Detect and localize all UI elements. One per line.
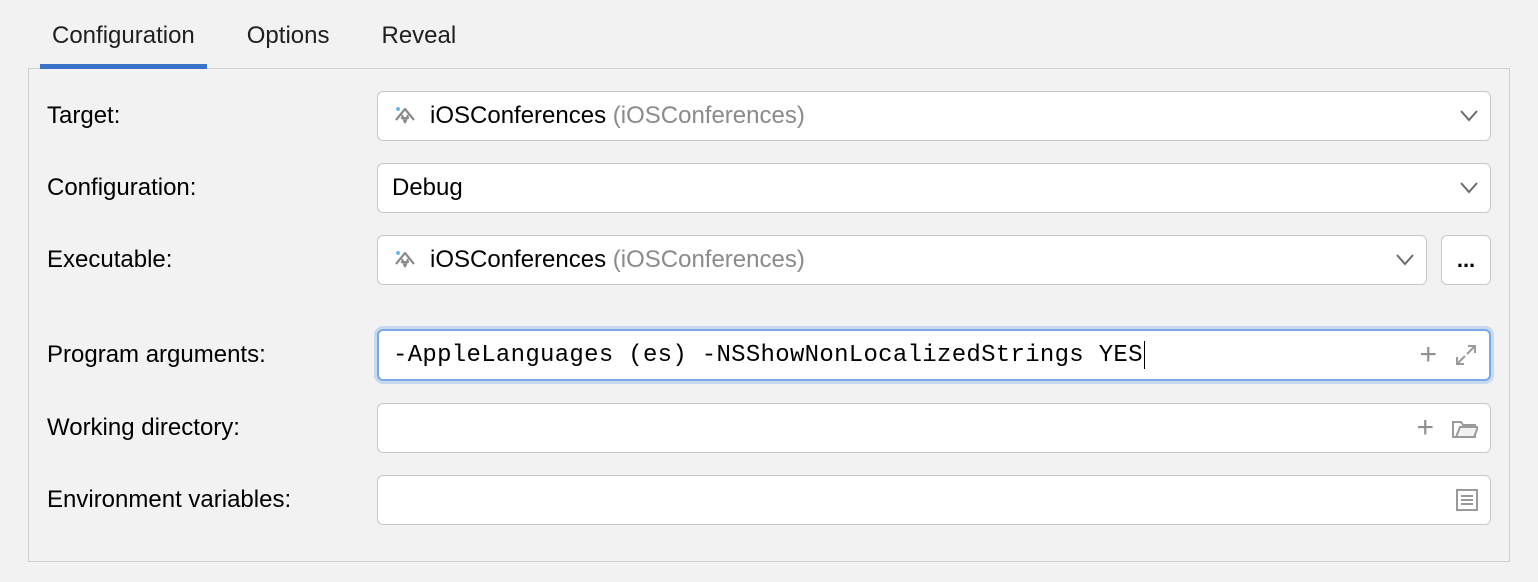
chevron-down-icon xyxy=(1396,254,1414,266)
environment-variables-label: Environment variables: xyxy=(47,486,377,514)
target-label: Target: xyxy=(47,102,377,130)
executable-select[interactable]: iOSConferences (iOSConferences) xyxy=(377,235,1427,285)
target-name: iOSConferences xyxy=(430,102,606,130)
app-icon xyxy=(392,103,418,129)
environment-variables-input[interactable] xyxy=(377,475,1491,525)
chevron-down-icon xyxy=(1460,182,1478,194)
target-select[interactable]: iOSConferences (iOSConferences) xyxy=(377,91,1491,141)
configuration-label: Configuration: xyxy=(47,174,377,202)
executable-hint: (iOSConferences) xyxy=(613,246,805,274)
program-arguments-input[interactable]: -AppleLanguages (es) -NSShowNonLocalized… xyxy=(377,329,1491,381)
configuration-select[interactable]: Debug xyxy=(377,163,1491,213)
working-directory-label: Working directory: xyxy=(47,414,377,442)
executable-label: Executable: xyxy=(47,246,377,274)
folder-icon[interactable] xyxy=(1452,417,1478,439)
program-arguments-label: Program arguments: xyxy=(47,341,377,369)
working-directory-input[interactable]: + xyxy=(377,403,1491,453)
expand-icon[interactable] xyxy=(1455,344,1477,366)
app-icon xyxy=(392,247,418,273)
configuration-panel: Target: iOSConferences (iOSCo xyxy=(28,68,1510,562)
executable-name: iOSConferences xyxy=(430,246,606,274)
add-icon[interactable]: + xyxy=(1419,340,1437,370)
add-icon[interactable]: + xyxy=(1416,413,1434,443)
configuration-value: Debug xyxy=(392,174,463,202)
text-caret xyxy=(1144,341,1145,369)
chevron-down-icon xyxy=(1460,110,1478,122)
program-arguments-value: -AppleLanguages (es) -NSShowNonLocalized… xyxy=(393,342,1143,369)
tab-options[interactable]: Options xyxy=(247,14,330,68)
target-hint: (iOSConferences) xyxy=(613,102,805,130)
executable-browse-button[interactable]: ... xyxy=(1441,235,1491,285)
tab-bar: Configuration Options Reveal xyxy=(28,0,1510,68)
list-icon[interactable] xyxy=(1456,489,1478,511)
tab-reveal[interactable]: Reveal xyxy=(381,14,456,68)
tab-configuration[interactable]: Configuration xyxy=(52,14,195,68)
